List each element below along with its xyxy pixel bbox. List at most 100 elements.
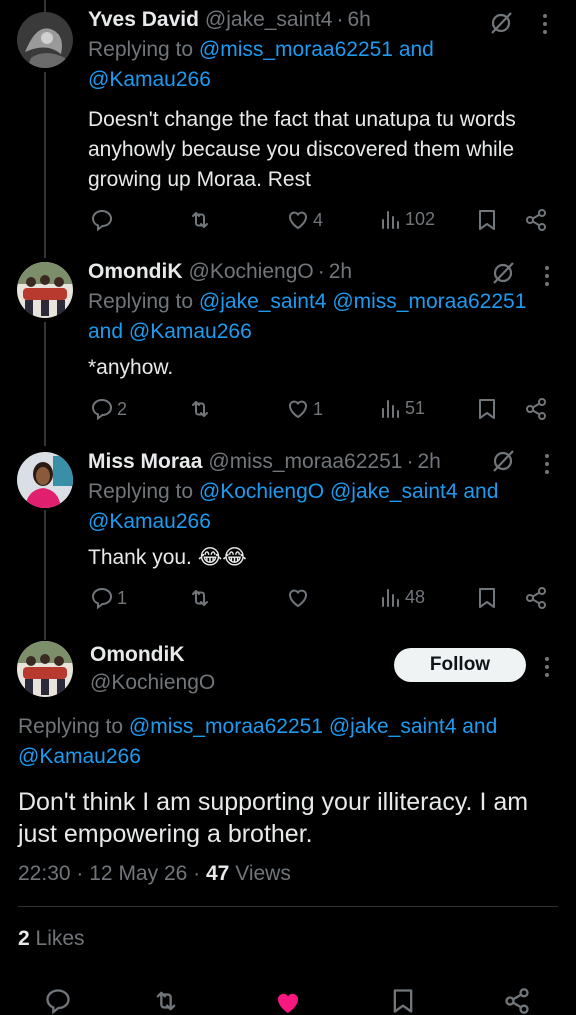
- author-handle[interactable]: @miss_moraa62251: [208, 448, 402, 476]
- like-icon: [289, 400, 307, 418]
- bookmark-button[interactable]: [476, 586, 498, 610]
- mention-conjunction: and: [456, 715, 498, 738]
- likes-summary[interactable]: 2 Likes: [18, 927, 85, 951]
- post-time[interactable]: 22:30: [18, 862, 71, 885]
- reply-button[interactable]: [90, 208, 117, 232]
- views-label: Views: [229, 862, 291, 885]
- mention-link[interactable]: @miss_moraa62251: [199, 38, 393, 61]
- views-count: 47: [206, 862, 230, 885]
- more-icon[interactable]: [543, 264, 551, 288]
- post-date[interactable]: 12 May 26: [89, 862, 187, 885]
- retweet-button[interactable]: [188, 397, 215, 421]
- mention-link[interactable]: @jake_saint4: [330, 480, 458, 503]
- share-button[interactable]: [524, 397, 548, 421]
- mention-link[interactable]: @Kamau266: [88, 68, 211, 91]
- avatar[interactable]: [17, 262, 73, 318]
- more-icon[interactable]: [543, 655, 551, 679]
- replying-label: Replying to: [18, 715, 129, 738]
- avatar[interactable]: [17, 452, 73, 508]
- follow-button[interactable]: Follow: [394, 648, 526, 682]
- author-handle[interactable]: @jake_saint4: [205, 6, 333, 34]
- like-icon: [289, 589, 307, 607]
- share-icon: [526, 587, 546, 609]
- like-icon[interactable]: [273, 988, 303, 1015]
- tweet-header: OmondiK @KochiengO · 2h: [88, 258, 556, 286]
- views-button[interactable]: 102: [380, 208, 435, 230]
- share-icon[interactable]: [503, 987, 531, 1015]
- share-icon: [526, 398, 546, 420]
- share-button[interactable]: [524, 586, 548, 610]
- author-handle[interactable]: @KochiengO: [90, 669, 215, 697]
- separator: ·: [76, 862, 84, 885]
- main-action-bar: [0, 985, 576, 1015]
- share-icon: [526, 209, 546, 231]
- share-button[interactable]: [524, 208, 548, 232]
- author-name[interactable]: OmondiK: [88, 258, 183, 286]
- mention-link[interactable]: @Kamau266: [88, 510, 211, 533]
- divider: [18, 906, 558, 907]
- bookmark-button[interactable]: [476, 397, 498, 421]
- reply-icon[interactable]: [44, 987, 72, 1015]
- replying-label: Replying to: [88, 480, 199, 503]
- like-button[interactable]: 4: [286, 208, 323, 232]
- mention-link[interactable]: @Kamau266: [129, 320, 252, 343]
- mention-link[interactable]: @jake_saint4: [329, 715, 457, 738]
- views-count: 51: [405, 397, 426, 418]
- avatar[interactable]: [17, 641, 73, 697]
- mention-conjunction: and: [457, 480, 499, 503]
- mention-link[interactable]: @KochiengO: [199, 480, 324, 503]
- author-handle[interactable]: @KochiengO: [189, 258, 314, 286]
- replying-to: Replying to @miss_moraa62251 @jake_saint…: [18, 712, 558, 772]
- replying-to: Replying to @miss_moraa62251 and @Kamau2…: [88, 35, 468, 95]
- tweet-header: Miss Moraa @miss_moraa62251 · 2h: [88, 448, 556, 476]
- more-icon[interactable]: [541, 12, 549, 36]
- separator: ·: [317, 260, 325, 283]
- grok-icon[interactable]: [488, 10, 514, 36]
- like-icon: [289, 211, 307, 229]
- views-icon: [382, 589, 399, 607]
- reply-icon: [91, 398, 113, 421]
- timestamp[interactable]: 6h: [347, 6, 370, 34]
- mention-link[interactable]: @miss_moraa62251: [129, 715, 323, 738]
- bookmark-button[interactable]: [476, 208, 498, 232]
- like-button[interactable]: [286, 586, 313, 610]
- reply-button[interactable]: 1: [90, 586, 127, 610]
- retweet-button[interactable]: [188, 586, 215, 610]
- tweet-text: *anyhow.: [88, 356, 174, 379]
- views-button[interactable]: 48: [380, 586, 425, 608]
- retweet-icon[interactable]: [152, 987, 180, 1015]
- views-count: 102: [405, 208, 436, 229]
- retweet-icon: [192, 212, 208, 228]
- reply-tweet[interactable]: Miss Moraa @miss_moraa62251 · 2h Replyin…: [0, 440, 576, 635]
- grok-icon[interactable]: [490, 260, 516, 286]
- reply-tweet[interactable]: Yves David @jake_saint4 · 6h Replying to…: [0, 0, 576, 250]
- author-name[interactable]: Yves David: [88, 6, 199, 34]
- tweet-text: Doesn't change the fact that unatupa tu …: [88, 108, 516, 191]
- separator: ·: [406, 450, 414, 473]
- bookmark-icon[interactable]: [390, 987, 416, 1015]
- timestamp[interactable]: 2h: [417, 448, 440, 476]
- author-name[interactable]: OmondiK: [90, 641, 215, 669]
- reply-icon: [91, 587, 113, 610]
- mention-conjunction: and: [392, 38, 434, 61]
- avatar[interactable]: [17, 12, 73, 68]
- views-icon: [382, 400, 399, 418]
- views-button[interactable]: 51: [380, 397, 425, 419]
- action-bar: 1 48: [88, 586, 548, 612]
- retweet-button[interactable]: [188, 208, 215, 232]
- like-button[interactable]: 1: [286, 397, 323, 421]
- author-name[interactable]: Miss Moraa: [88, 448, 202, 476]
- tweet-header: Yves David @jake_saint4 · 6h: [88, 6, 556, 34]
- separator: ·: [336, 8, 344, 31]
- tweet-meta: 22:30 · 12 May 26 · 47 Views: [18, 862, 291, 886]
- like-count: 4: [313, 209, 324, 230]
- mention-link[interactable]: @miss_moraa62251: [332, 290, 526, 313]
- more-icon[interactable]: [543, 452, 551, 476]
- mention-link[interactable]: @Kamau266: [18, 745, 141, 768]
- reply-tweet[interactable]: OmondiK @KochiengO · 2h Replying to @jak…: [0, 250, 576, 440]
- replying-label: Replying to: [88, 290, 199, 313]
- timestamp[interactable]: 2h: [329, 258, 352, 286]
- reply-button[interactable]: 2: [90, 397, 127, 421]
- mention-link[interactable]: @jake_saint4: [199, 290, 327, 313]
- grok-icon[interactable]: [490, 448, 516, 474]
